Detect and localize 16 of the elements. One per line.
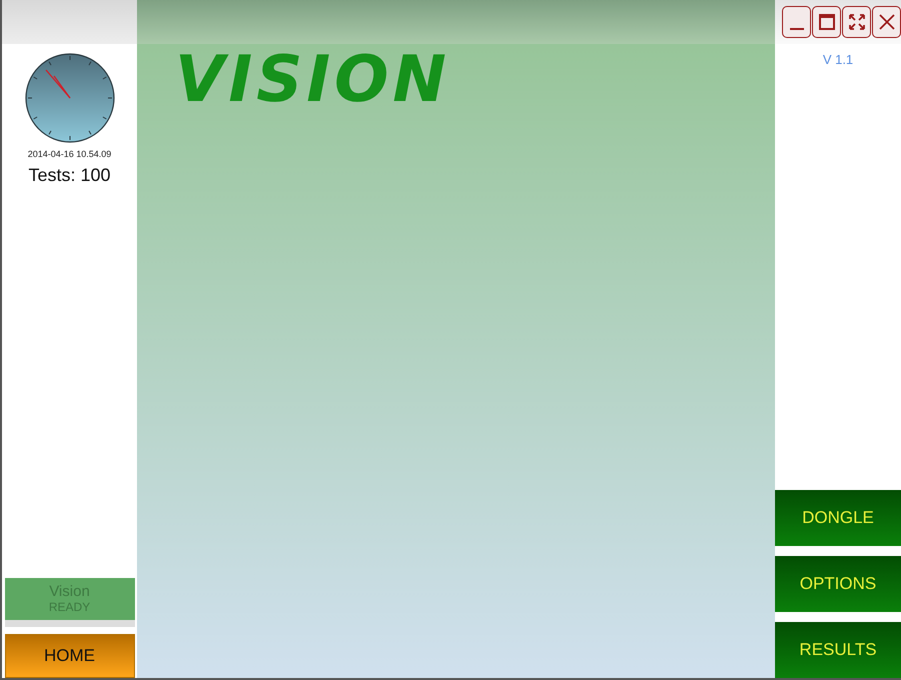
tests-count: Tests: 100 xyxy=(28,165,111,186)
close-button[interactable] xyxy=(872,6,901,38)
maximize-icon xyxy=(816,12,836,32)
home-button[interactable]: HOME xyxy=(4,634,134,678)
clock-timestamp: 2014-04-16 10.54.09 xyxy=(28,149,112,159)
menu-button[interactable]: DONGLE xyxy=(775,490,901,546)
fullscreen-icon xyxy=(846,12,866,32)
minimize-button[interactable] xyxy=(782,6,811,38)
clock-icon xyxy=(24,52,116,144)
menu-button[interactable]: RESULTS xyxy=(775,622,901,678)
vision-logo: VISION xyxy=(175,48,452,112)
close-icon xyxy=(876,12,896,32)
maximize-button[interactable] xyxy=(812,6,841,38)
version-label: V 1.1 xyxy=(822,52,854,67)
fullscreen-button[interactable] xyxy=(842,6,871,38)
menu-button[interactable]: OPTIONS xyxy=(775,556,901,612)
